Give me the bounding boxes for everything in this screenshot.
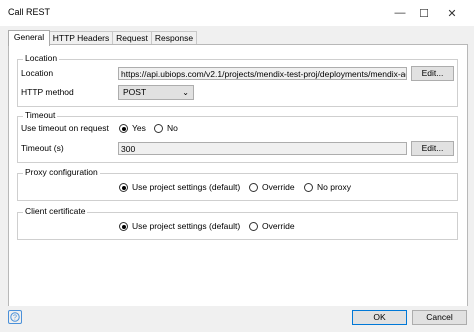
tab-general[interactable]: General	[8, 30, 50, 46]
http-method-label: HTTP method	[21, 87, 74, 97]
dialog-client: General HTTP Headers Request Response Lo…	[0, 26, 474, 332]
proxy-none-radio[interactable]	[304, 183, 313, 192]
timeout-group-title: Timeout	[23, 110, 58, 120]
client-cert-group: Client certificate Use project settings …	[17, 206, 458, 240]
proxy-override-label: Override	[262, 182, 295, 192]
help-icon: ?	[10, 312, 20, 322]
proxy-default-radio[interactable]	[119, 183, 128, 192]
minimize-button[interactable]: —	[388, 3, 412, 23]
window-title: Call REST	[8, 7, 51, 17]
timeout-no-label: No	[167, 123, 178, 133]
general-tab-panel: Location Location https://api.ubiops.com…	[8, 44, 468, 308]
ok-button[interactable]: OK	[352, 310, 407, 325]
help-button[interactable]: ?	[8, 310, 22, 324]
tab-request[interactable]: Request	[112, 31, 152, 45]
timeout-yes-label: Yes	[132, 123, 146, 133]
maximize-button[interactable]: ☐	[412, 3, 436, 23]
location-field[interactable]: https://api.ubiops.com/v2.1/projects/men…	[118, 67, 407, 80]
location-edit-button[interactable]: Edit...	[411, 66, 454, 81]
proxy-none-label: No proxy	[317, 182, 352, 192]
http-method-select[interactable]: POST ⌄	[118, 85, 194, 100]
location-group: Location Location https://api.ubiops.com…	[17, 53, 458, 107]
cert-override-label: Override	[262, 221, 295, 231]
timeout-no-radio[interactable]	[154, 124, 163, 133]
svg-text:?: ?	[13, 315, 17, 322]
timeout-field[interactable]: 300	[118, 142, 407, 155]
cert-default-radio[interactable]	[119, 222, 128, 231]
cancel-button[interactable]: Cancel	[412, 310, 467, 325]
use-timeout-label: Use timeout on request	[21, 123, 109, 133]
proxy-default-label: Use project settings (default)	[132, 182, 241, 192]
client-cert-group-title: Client certificate	[23, 206, 88, 216]
tab-response[interactable]: Response	[151, 31, 197, 45]
close-button[interactable]: ✕	[440, 3, 464, 23]
location-label: Location	[21, 68, 54, 78]
proxy-override-radio[interactable]	[249, 183, 258, 192]
timeout-yes-radio[interactable]	[119, 124, 128, 133]
chevron-down-icon: ⌄	[182, 88, 189, 97]
dialog-footer: ? OK Cancel	[0, 306, 474, 332]
title-bar: Call REST — ☐ ✕	[0, 0, 474, 27]
cert-default-label: Use project settings (default)	[132, 221, 241, 231]
http-method-value: POST	[123, 87, 147, 97]
location-group-title: Location	[23, 53, 60, 63]
cert-override-radio[interactable]	[249, 222, 258, 231]
timeout-edit-button[interactable]: Edit...	[411, 141, 454, 156]
timeout-group: Timeout Use timeout on request Yes No Ti…	[17, 110, 458, 163]
proxy-group: Proxy configuration Use project settings…	[17, 167, 458, 201]
timeout-seconds-label: Timeout (s)	[21, 143, 64, 153]
tab-http-headers[interactable]: HTTP Headers	[49, 31, 113, 45]
proxy-group-title: Proxy configuration	[23, 167, 100, 177]
